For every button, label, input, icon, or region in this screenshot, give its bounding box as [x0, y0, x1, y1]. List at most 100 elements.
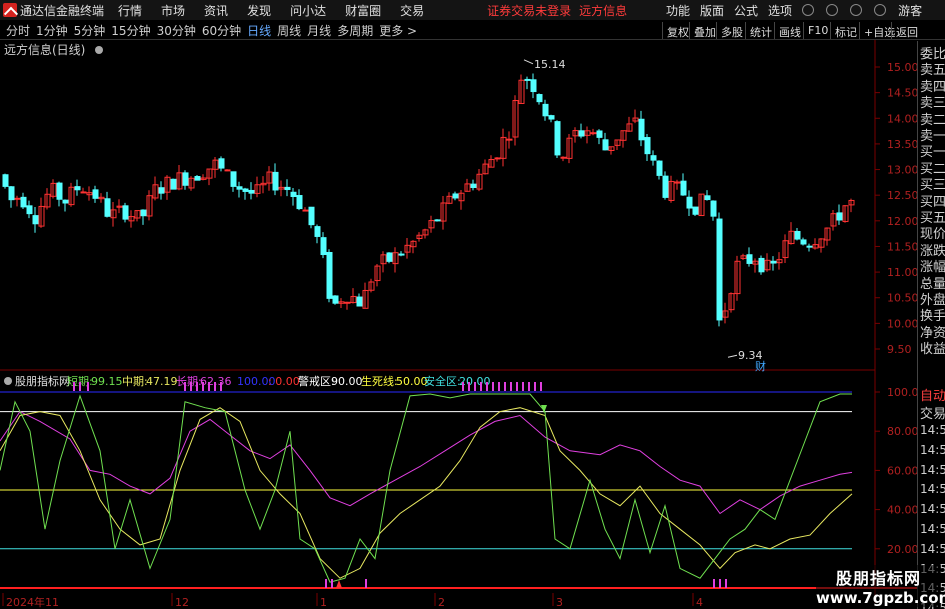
tick-time: 14:56 [920, 541, 945, 556]
indicator-tick-label: 40.00 [887, 504, 917, 517]
price-tick-label: 13.50 [887, 138, 917, 151]
red-value: : 0.00 [268, 375, 300, 388]
high-pointer [523, 59, 534, 65]
menu-discover[interactable]: 发现 [247, 2, 271, 19]
draw-line-button[interactable]: 画线 [774, 22, 805, 39]
mid-term-line [0, 407, 853, 579]
mark-button[interactable]: 标记 [830, 22, 861, 39]
candle-down [530, 79, 537, 93]
minimize-icon[interactable] [826, 4, 839, 16]
tab-daily[interactable]: 日线 [247, 22, 271, 39]
price-tick-label: 11.50 [887, 240, 917, 253]
quote-side-panel: 委比 卖五 卖四 卖三 卖二 卖一 买一 买二 买三 买四 买五 现价 涨跌 涨幅 总量 外盘 换手 净资 收益 自动… [917, 41, 945, 609]
title-dropdown-icon[interactable] [95, 46, 103, 54]
candle-down [470, 183, 477, 189]
back-button[interactable]: 返回 [891, 22, 922, 39]
indicator-dropdown-icon[interactable] [4, 377, 12, 385]
main-chart-title: 远方信息(日线) [4, 42, 85, 57]
candle-down [710, 200, 717, 217]
indicator-tick-label: 60.00 [887, 464, 917, 477]
candle-down [290, 191, 297, 198]
guest-label[interactable]: 游客 [898, 2, 922, 19]
candle-down [692, 206, 699, 215]
indicator-tick-label: 80.00 [887, 425, 917, 438]
candle-up [302, 209, 309, 212]
tab-30min[interactable]: 30分钟 [157, 22, 196, 39]
menu-market[interactable]: 市场 [161, 2, 185, 19]
tab-15min[interactable]: 15分钟 [111, 22, 150, 39]
trade-label[interactable]: 交易 [920, 403, 945, 422]
candle-down [398, 253, 405, 256]
tab-monthly[interactable]: 月线 [307, 22, 331, 39]
auto-trade-label[interactable]: 自动 [920, 385, 945, 404]
login-warning[interactable]: 证券交易未登录 [487, 2, 571, 19]
candle-down [320, 237, 327, 256]
candle-down [806, 245, 813, 248]
maximize-icon[interactable] [850, 4, 863, 16]
tick-time: 14:56 [920, 482, 945, 497]
date-tick-label: 3 [556, 596, 563, 609]
safe-label: 安全区: [424, 374, 461, 388]
menu-news[interactable]: 资讯 [204, 2, 228, 19]
tab-5min[interactable]: 5分钟 [74, 22, 106, 39]
menu-quotes[interactable]: 行情 [118, 2, 142, 19]
indicator-name: 股朋指标网 [15, 374, 70, 388]
tick-time: 14:56 [920, 502, 945, 517]
menu-layout[interactable]: 版面 [700, 2, 724, 19]
tick-time: 14:56 [920, 522, 945, 536]
high-price-label: 15.14 [534, 58, 566, 71]
candle-down [662, 175, 669, 198]
price-tick-label: 9.50 [887, 343, 912, 356]
candle-down [356, 296, 363, 307]
close-icon[interactable] [874, 4, 887, 16]
date-tick-label: 12 [175, 596, 189, 609]
candle-down [602, 139, 609, 151]
candle-down [122, 205, 129, 220]
tab-1min[interactable]: 1分钟 [36, 22, 68, 39]
date-tick-label: 4 [696, 596, 703, 609]
multi-stock-button[interactable]: 多股 [716, 22, 747, 39]
indicator-axis: 100.00 80.00 60.00 40.00 20.00 [0, 386, 917, 556]
candle-up [590, 132, 597, 135]
user-icon[interactable] [802, 4, 815, 16]
f10-button[interactable]: F10 [803, 22, 832, 39]
tab-60min[interactable]: 60分钟 [202, 22, 241, 39]
candle-down [758, 257, 765, 273]
app-logo-icon [3, 3, 17, 17]
candle-up [224, 169, 231, 172]
menu-wealth-circle[interactable]: 财富圈 [345, 2, 381, 19]
tab-more[interactable]: 更多 > [379, 22, 417, 39]
candle-down [32, 215, 39, 225]
candle-down [680, 180, 687, 196]
tick-time: 14:56 [920, 462, 945, 477]
date-tick-label: 2 [438, 596, 445, 609]
tick-time: 14:56 [920, 442, 945, 457]
alert-value: 90.00 [331, 375, 363, 388]
candle-down [542, 103, 549, 117]
life-label: 生死线: [361, 374, 398, 388]
tab-intraday[interactable]: 分时 [6, 22, 30, 39]
menu-formula[interactable]: 公式 [734, 2, 758, 19]
candlestick-series[interactable] [2, 73, 855, 327]
candle-down [74, 186, 81, 191]
indicator-lines[interactable] [0, 393, 853, 583]
price-tick-label: 12.50 [887, 189, 917, 202]
menu-function[interactable]: 功能 [666, 2, 690, 19]
price-tick-label: 12.00 [887, 215, 917, 228]
menu-trade[interactable]: 交易 [400, 2, 424, 19]
candle-down [8, 186, 15, 201]
indicator-signal-marks [73, 382, 727, 588]
candle-down [638, 118, 645, 141]
tab-weekly[interactable]: 周线 [277, 22, 301, 39]
low-pointer [727, 354, 738, 358]
stock-chart[interactable]: 远方信息(日线) 15.0014.5014.0013.5013.0012.501… [0, 40, 917, 609]
side-label: 收益 [920, 342, 945, 358]
candle-down [716, 218, 723, 321]
tab-multi-period[interactable]: 多周期 [337, 22, 373, 39]
menu-ask-xiaoda[interactable]: 问小达 [290, 2, 326, 19]
candle-down [554, 121, 561, 156]
menu-options[interactable]: 选项 [768, 2, 792, 19]
candle-down [62, 199, 69, 204]
candle-down [170, 178, 177, 190]
statistics-button[interactable]: 统计 [745, 22, 776, 39]
